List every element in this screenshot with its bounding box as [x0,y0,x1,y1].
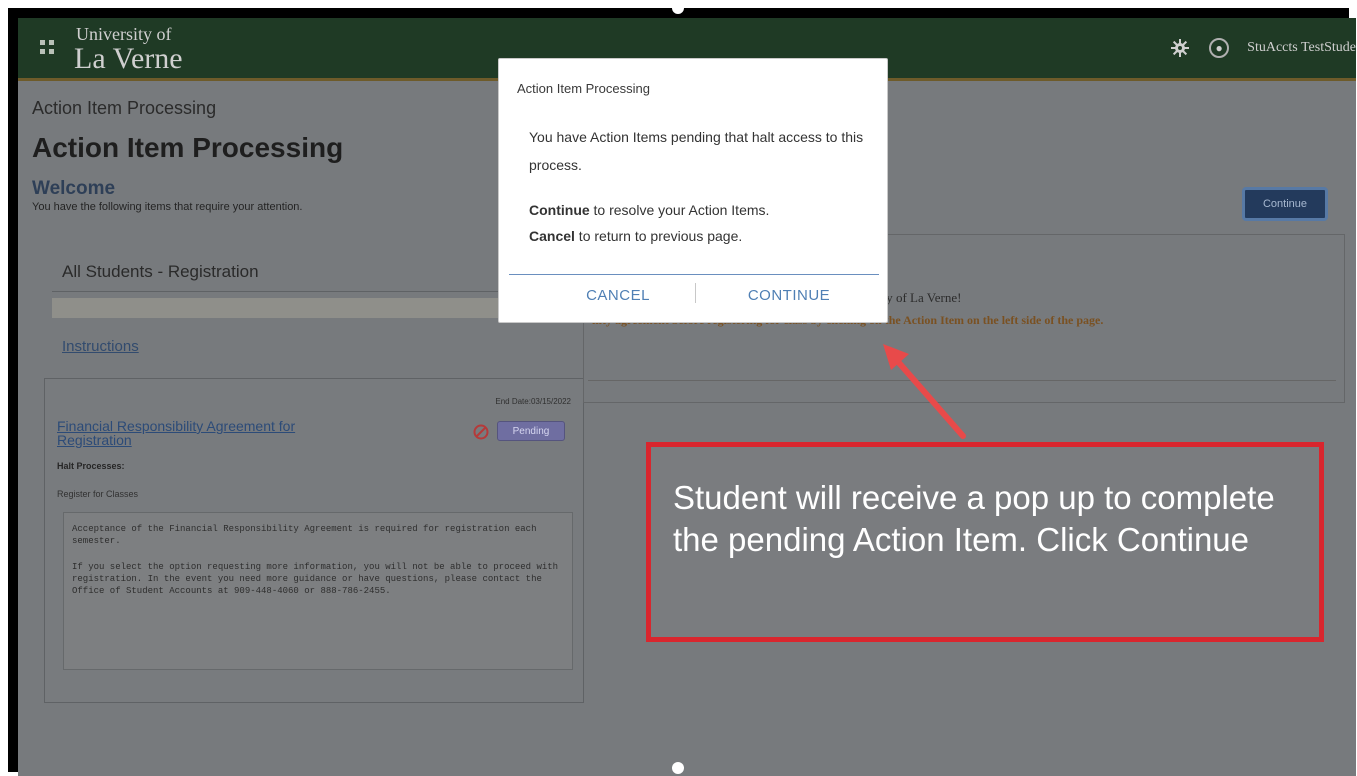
no-entry-icon [473,424,489,440]
app-screen: University of La Verne ● StuAccts TestSt… [18,18,1356,776]
top-right-area: ● StuAccts TestStude [1169,36,1356,60]
action-item-description: Acceptance of the Financial Responsibili… [63,512,573,670]
detail-greeting: ity of La Verne! [879,290,962,305]
end-date: End Date:03/15/2022 [495,397,571,406]
progress-strip [52,298,522,318]
annotation-text: Student will receive a pop up to complet… [673,479,1275,558]
continue-keyword: Continue [529,202,590,218]
status-badge: Pending [497,421,565,441]
continue-button[interactable]: Continue [1242,187,1328,221]
modal-button-divider [695,283,696,303]
annotation-callout: Student will receive a pop up to complet… [646,442,1324,642]
modal-continue-button[interactable]: CONTINUE [737,281,841,309]
handle-top [672,2,684,14]
logo-line2: La Verne [74,42,183,75]
cancel-instruction: Cancel to return to previous page. [529,223,869,249]
modal-message: You have Action Items pending that halt … [529,129,864,173]
welcome-subtitle: You have the following items that requir… [32,201,303,213]
apps-grid-icon[interactable] [40,40,56,56]
welcome-title: Welcome [32,178,116,199]
instructions-link[interactable]: Instructions [62,338,139,355]
continue-instruction-text: to resolve your Action Items. [589,202,770,218]
annotation-arrow-icon [883,344,966,439]
action-item-card: End Date:03/15/2022 Financial Responsibi… [44,378,584,703]
modal-divider [509,274,879,275]
halt-processes-label: Halt Processes: [57,461,125,471]
user-icon[interactable]: ● [1209,38,1230,58]
cancel-instruction-text: to return to previous page. [574,228,743,244]
page-title: Action Item Processing [32,132,344,163]
description-paragraph-1: Acceptance of the Financial Responsibili… [72,524,537,546]
action-item-modal: Action Item Processing You have Action I… [498,58,888,323]
university-logo[interactable]: University of La Verne [74,24,194,75]
continue-instruction: Continue to resolve your Action Items. [529,197,869,223]
gear-icon[interactable] [1169,37,1191,59]
section-title: All Students - Registration [52,253,522,292]
modal-instructions: Continue to resolve your Action Items. C… [529,197,869,249]
cancel-keyword: Cancel [529,228,575,244]
action-item-link[interactable]: Financial Responsibility Agreement for R… [57,419,357,447]
breadcrumb[interactable]: Action Item Processing [32,98,216,119]
screenshot-frame: University of La Verne ● StuAccts TestSt… [8,8,1356,776]
modal-title: Action Item Processing [517,81,650,96]
modal-cancel-button[interactable]: CANCEL [565,281,671,309]
handle-bottom [672,762,684,774]
description-paragraph-2: If you select the option requesting more… [72,562,559,596]
user-name[interactable]: StuAccts TestStude [1247,40,1356,56]
halt-processes-value: Register for Classes [57,489,139,499]
